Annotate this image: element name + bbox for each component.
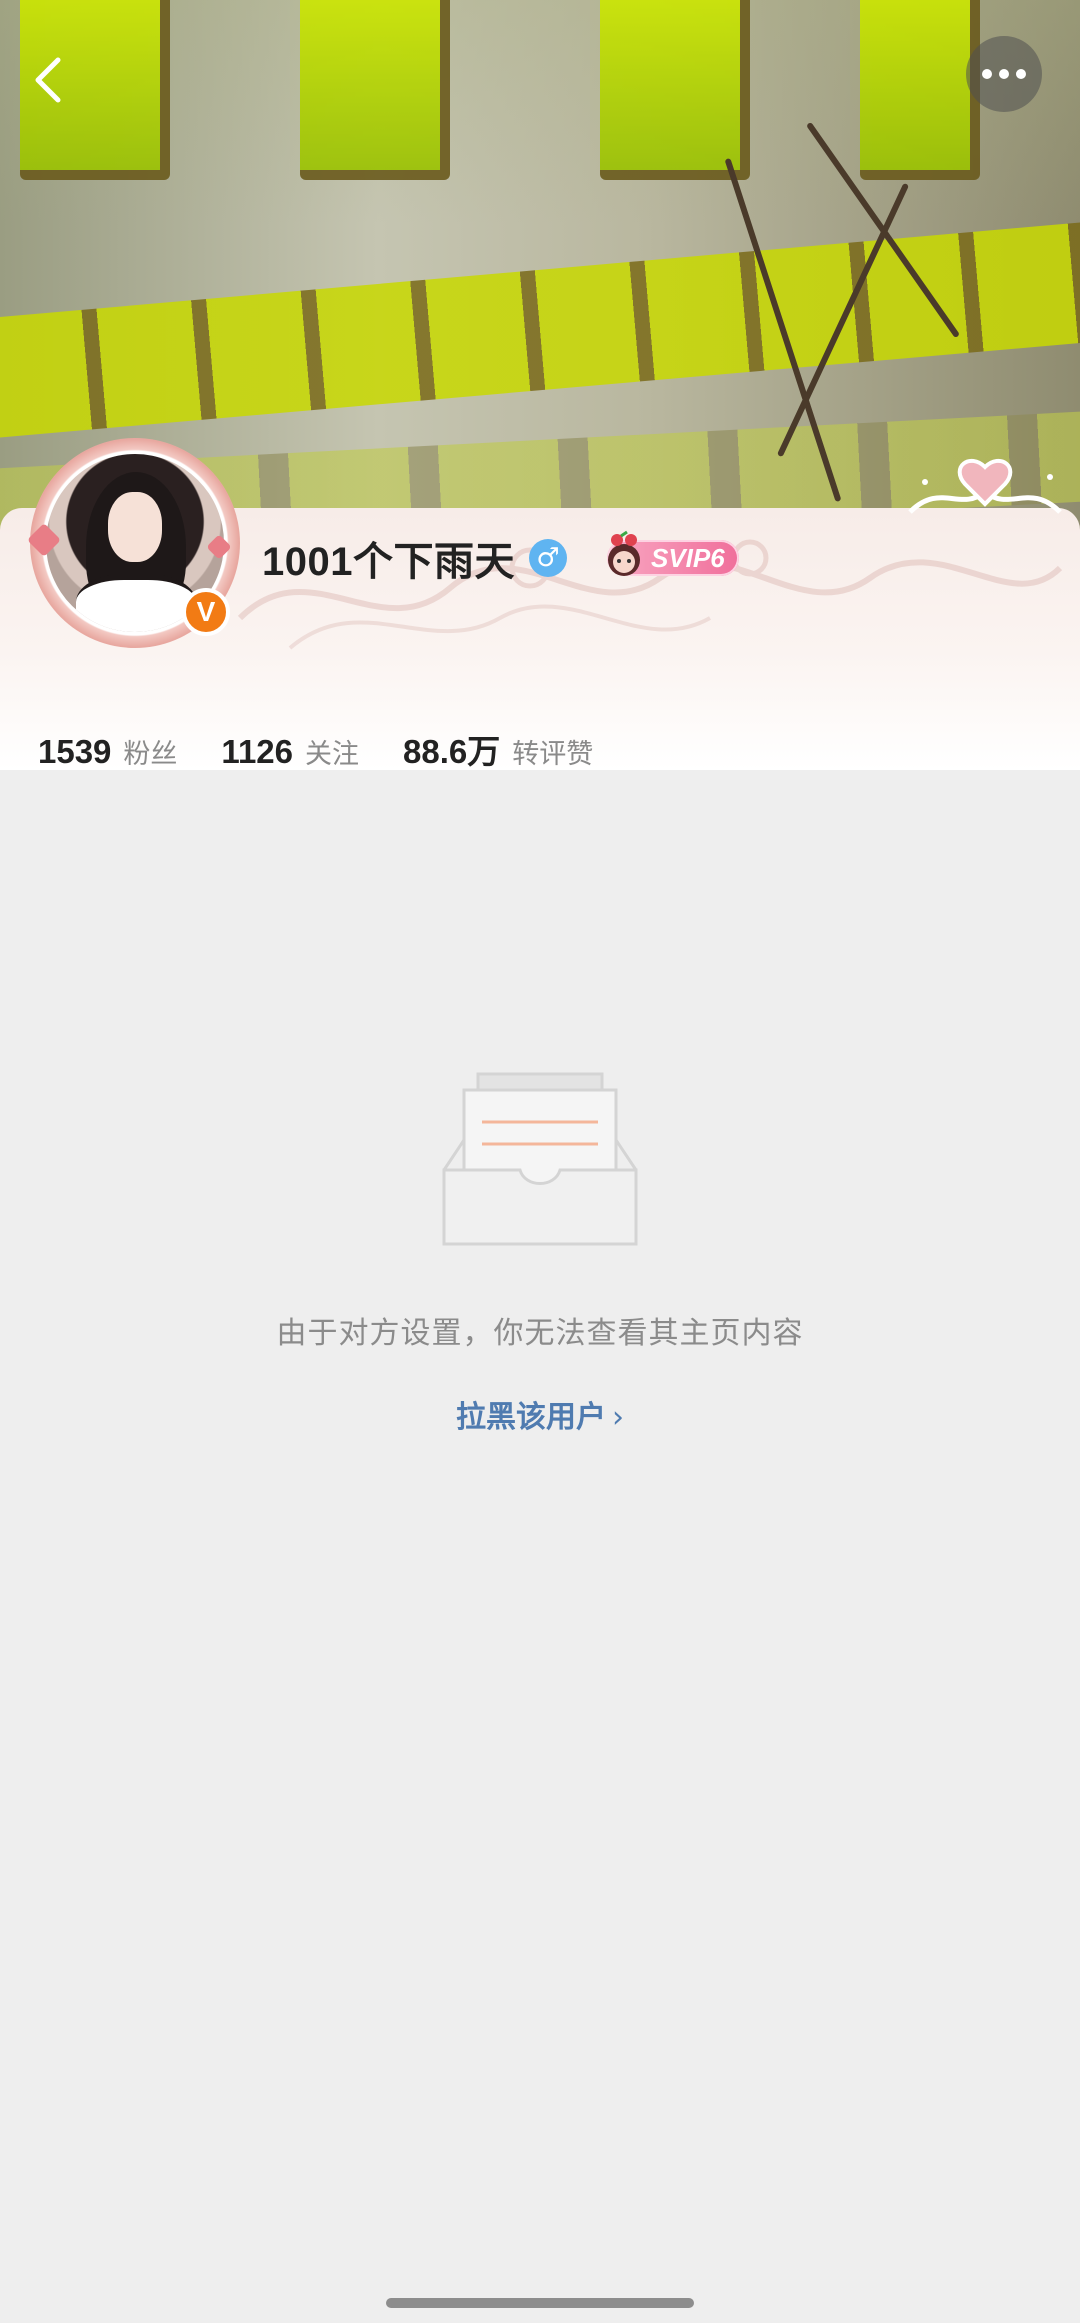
cover-graphic [300, 0, 450, 180]
stat-value: 1126 [221, 733, 294, 770]
stat-label: 粉丝 [123, 739, 178, 770]
vip-mascot-icon [607, 530, 640, 576]
home-indicator[interactable] [386, 2298, 694, 2308]
svip-badge-label: SVIP6 [650, 542, 725, 573]
cover-graphic [0, 222, 1080, 438]
more-options-button[interactable] [966, 36, 1042, 112]
stat-followers[interactable]: 1539 粉丝 [38, 732, 177, 771]
content-area [0, 771, 1080, 2323]
chevron-right-icon: › [612, 1400, 624, 1435]
stat-value: 1539 [38, 733, 112, 770]
stat-following[interactable]: 1126 关注 [221, 732, 359, 771]
stats-row: 1539 粉丝 1126 关注 88.6万 转评赞 [38, 725, 637, 771]
more-horizontal-icon [982, 69, 1026, 79]
cover-graphic [600, 0, 750, 180]
block-user-link[interactable]: 拉黑该用户 › [0, 1392, 1080, 1436]
block-user-label: 拉黑该用户 [456, 1400, 606, 1435]
empty-state-message: 由于对方设置，你无法查看其主页内容 [276, 1316, 804, 1351]
stat-value: 88.6万 [403, 733, 501, 770]
avatar[interactable]: V [27, 438, 240, 648]
cover-graphic [860, 0, 980, 180]
name-row: 1001个下雨天 ♂ SVIP6 [262, 528, 739, 588]
svip-badge[interactable]: SVIP6 [606, 530, 739, 576]
card-corner-decoration [908, 458, 1062, 514]
chevron-left-icon [35, 57, 61, 103]
stat-interactions[interactable]: 88.6万 转评赞 [403, 725, 593, 773]
stat-label: 转评赞 [512, 739, 594, 770]
back-button[interactable] [8, 40, 88, 120]
username: 1001个下雨天 [262, 540, 515, 584]
verified-badge: V [182, 588, 230, 636]
stat-label: 关注 [305, 739, 360, 770]
male-icon: ♂ [528, 539, 567, 577]
empty-inbox-icon [442, 1072, 638, 1246]
